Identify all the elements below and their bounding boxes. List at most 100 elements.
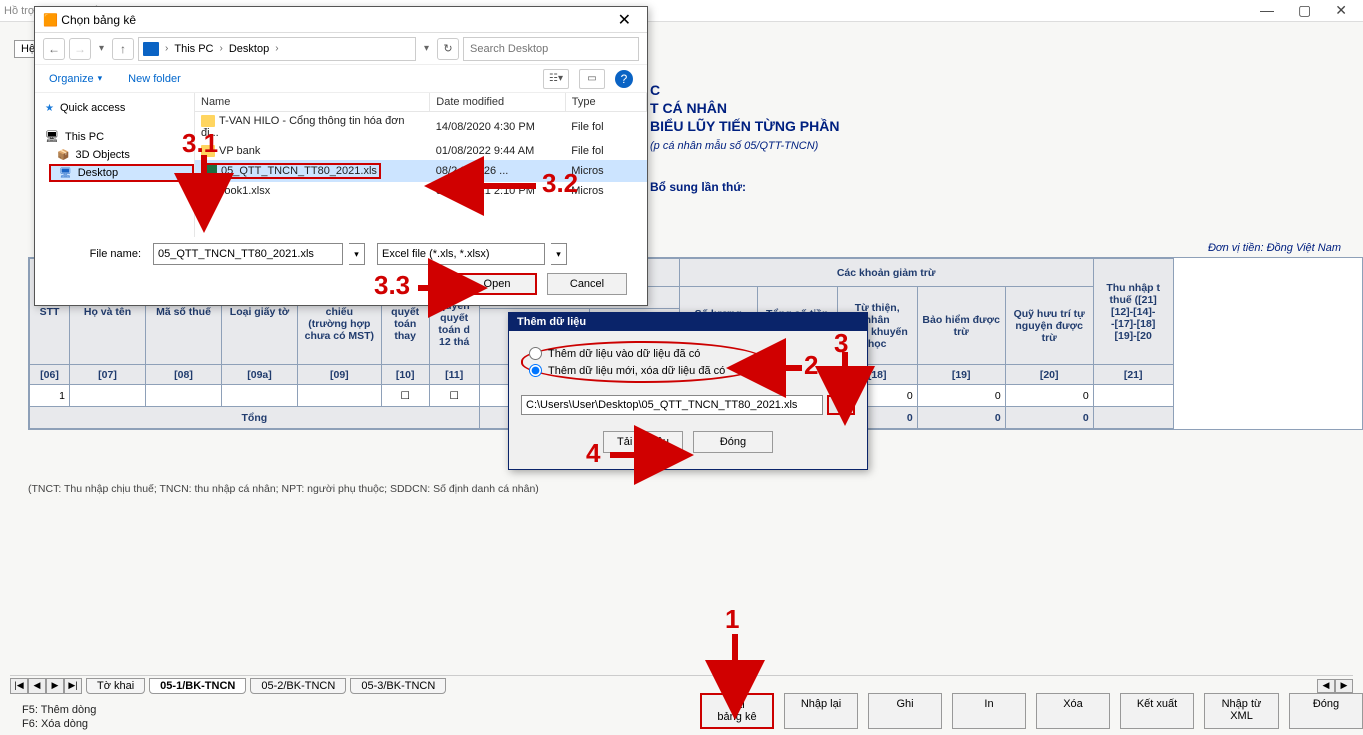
refresh-icon[interactable]: ↻ [437, 38, 459, 60]
crumb-desktop[interactable]: Desktop [229, 43, 269, 55]
pc-icon [143, 42, 159, 56]
document-header: C T CÁ NHÂN BIỂU LŨY TIẾN TỪNG PHẦN (p c… [650, 82, 839, 152]
dialog-close-icon[interactable]: ✕ [610, 10, 639, 30]
tab-first-icon[interactable]: |◀ [10, 678, 28, 694]
nav-pane: Quick access This PC 3D Objects Desktop [35, 93, 195, 237]
nav-quick-access[interactable]: Quick access [35, 99, 194, 117]
hint-f5: F5: Thêm dòng [22, 703, 96, 717]
nav-desktop[interactable]: Desktop [49, 164, 194, 182]
chevron-right-icon[interactable]: › [165, 43, 168, 54]
cell[interactable] [298, 385, 382, 407]
cell-stt[interactable]: 1 [30, 385, 70, 407]
doc-header-sub: (p cá nhân mẫu số 05/QTT-TNCN) [650, 140, 839, 152]
col-date[interactable]: Date modified [430, 93, 565, 112]
excel-icon [201, 185, 213, 197]
tab-tokhai[interactable]: Tờ khai [86, 678, 145, 694]
filter-dropdown-icon[interactable]: ▾ [551, 243, 567, 265]
file-row[interactable]: VP bank 01/08/2022 9:44 AMFile fol [195, 142, 647, 160]
ghi-button[interactable]: Ghi [868, 693, 942, 729]
dong-button[interactable]: Đóng [1289, 693, 1363, 729]
in-button[interactable]: In [952, 693, 1026, 729]
cell[interactable] [146, 385, 222, 407]
tab-next-icon[interactable]: ▶ [46, 678, 64, 694]
path-input[interactable] [521, 395, 823, 415]
load-bangke-button[interactable]: Tải bảng kê [700, 693, 774, 729]
cell[interactable] [222, 385, 298, 407]
filename-dropdown-icon[interactable]: ▾ [349, 243, 365, 265]
dialog-titlebar: 🟧 Chọn bảng kê ✕ [35, 7, 647, 33]
window-controls: — ▢ ✕ [1260, 2, 1359, 19]
cell[interactable]: 0 [917, 385, 1005, 407]
keyboard-hints: F5: Thêm dòng F6: Xóa dòng [22, 703, 96, 731]
crumb-dropdown-icon[interactable]: ▾ [420, 43, 433, 54]
doc-header-line1: C [650, 82, 839, 98]
minimize-icon[interactable]: — [1260, 2, 1274, 19]
nav-this-pc[interactable]: This PC [35, 127, 194, 146]
doc-header-line3: BIỂU LŨY TIẾN TỪNG PHẦN [650, 118, 839, 134]
supplement-label: Bổ sung lần thứ: [650, 180, 746, 194]
xoa-button[interactable]: Xóa [1036, 693, 1110, 729]
maximize-icon[interactable]: ▢ [1298, 2, 1311, 19]
cell[interactable]: 0 [1005, 385, 1093, 407]
cell[interactable] [70, 385, 146, 407]
nav-back-icon[interactable]: ← [43, 38, 65, 60]
nav-up-icon[interactable]: ↑ [112, 38, 134, 60]
close-import-button[interactable]: Đóng [693, 431, 773, 453]
bottom-buttons: Tải bảng kê Nhập lại Ghi In Xóa Kết xuất… [700, 693, 1363, 729]
col-name[interactable]: Name [195, 93, 430, 112]
file-row-selected[interactable]: 05_QTT_TNCN_TT80_2021.xls 08/2 2 11:26 .… [195, 160, 647, 182]
breadcrumb[interactable]: › This PC › Desktop › [138, 37, 416, 61]
nav-history-icon[interactable]: ▾ [95, 43, 108, 54]
crumb-thispc[interactable]: This PC [174, 43, 213, 55]
nav-fwd-icon[interactable]: → [69, 38, 91, 60]
view-mode-icon[interactable]: ☷▾ [543, 69, 569, 89]
tabs-bar: |◀ ◀ ▶ ▶| Tờ khai 05-1/BK-TNCN 05-2/BK-T… [10, 675, 1353, 695]
group-giamtru: Các khoản giảm trừ [679, 259, 1093, 287]
nhaplai-button[interactable]: Nhập lại [784, 693, 858, 729]
import-data-dialog: Thêm dữ liệu Thêm dữ liệu vào dữ liệu đã… [508, 312, 868, 470]
help-icon[interactable]: ? [615, 70, 633, 88]
option-replace[interactable]: Thêm dữ liệu mới, xóa dữ liệu đã có [529, 362, 725, 379]
star-icon [45, 102, 54, 114]
col-type[interactable]: Type [565, 93, 646, 112]
cell[interactable] [1093, 385, 1173, 407]
pc-icon [45, 130, 59, 143]
tab-prev-icon[interactable]: ◀ [28, 678, 46, 694]
chevron-right-icon[interactable]: › [275, 43, 278, 54]
browse-button[interactable]: ... [827, 395, 855, 415]
ketxuat-button[interactable]: Kết xuất [1120, 693, 1194, 729]
open-button[interactable]: Open [457, 273, 537, 295]
footnote: (TNCT: Thu nhập chịu thuế; TNCN: thu nhậ… [28, 483, 539, 495]
load-data-button[interactable]: Tải dữ liệu [603, 431, 683, 453]
filename-input[interactable] [153, 243, 343, 265]
close-icon[interactable]: ✕ [1335, 2, 1347, 19]
hscroll-left-icon[interactable]: ◀ [1317, 679, 1335, 693]
cancel-button[interactable]: Cancel [547, 273, 627, 295]
new-folder-button[interactable]: New folder [128, 73, 181, 85]
file-row[interactable]: T-VAN HILO - Cổng thông tin hóa đơn đi..… [195, 112, 647, 143]
search-input[interactable] [463, 37, 639, 61]
filter-select[interactable] [377, 243, 545, 265]
organize-button[interactable]: Organize ▾ [49, 73, 102, 85]
nav-3d-objects[interactable]: 3D Objects [35, 146, 194, 164]
cell-chk[interactable]: ☐ [429, 385, 479, 407]
nhapxml-button[interactable]: Nhập từ XML [1204, 693, 1279, 729]
cell-chk[interactable]: ☐ [381, 385, 429, 407]
tab-bk2[interactable]: 05-2/BK-TNCN [250, 678, 346, 694]
file-row[interactable]: Book1.xlsx 05/03/2021 2:10 PMMicros [195, 182, 647, 200]
tab-last-icon[interactable]: ▶| [64, 678, 82, 694]
tab-bk1[interactable]: 05-1/BK-TNCN [149, 678, 246, 694]
tab-bk3[interactable]: 05-3/BK-TNCN [350, 678, 446, 694]
cube-icon [57, 149, 69, 161]
file-open-dialog: 🟧 Chọn bảng kê ✕ ← → ▾ ↑ › This PC › Des… [34, 6, 648, 306]
dialog-nav: ← → ▾ ↑ › This PC › Desktop › ▾ ↻ [35, 33, 647, 65]
hscroll-right-icon[interactable]: ▶ [1335, 679, 1353, 693]
option-append[interactable]: Thêm dữ liệu vào dữ liệu đã có [529, 345, 725, 362]
radio-replace[interactable] [529, 364, 542, 377]
hscroll: ◀ ▶ [1317, 679, 1353, 693]
radio-append[interactable] [529, 347, 542, 360]
chevron-right-icon[interactable]: › [220, 43, 223, 54]
preview-pane-icon[interactable]: ▭ [579, 69, 605, 89]
tab-nav-arrows: |◀ ◀ ▶ ▶| [10, 678, 82, 694]
file-list[interactable]: Name Date modified Type T-VAN HILO - Cổn… [195, 93, 647, 237]
